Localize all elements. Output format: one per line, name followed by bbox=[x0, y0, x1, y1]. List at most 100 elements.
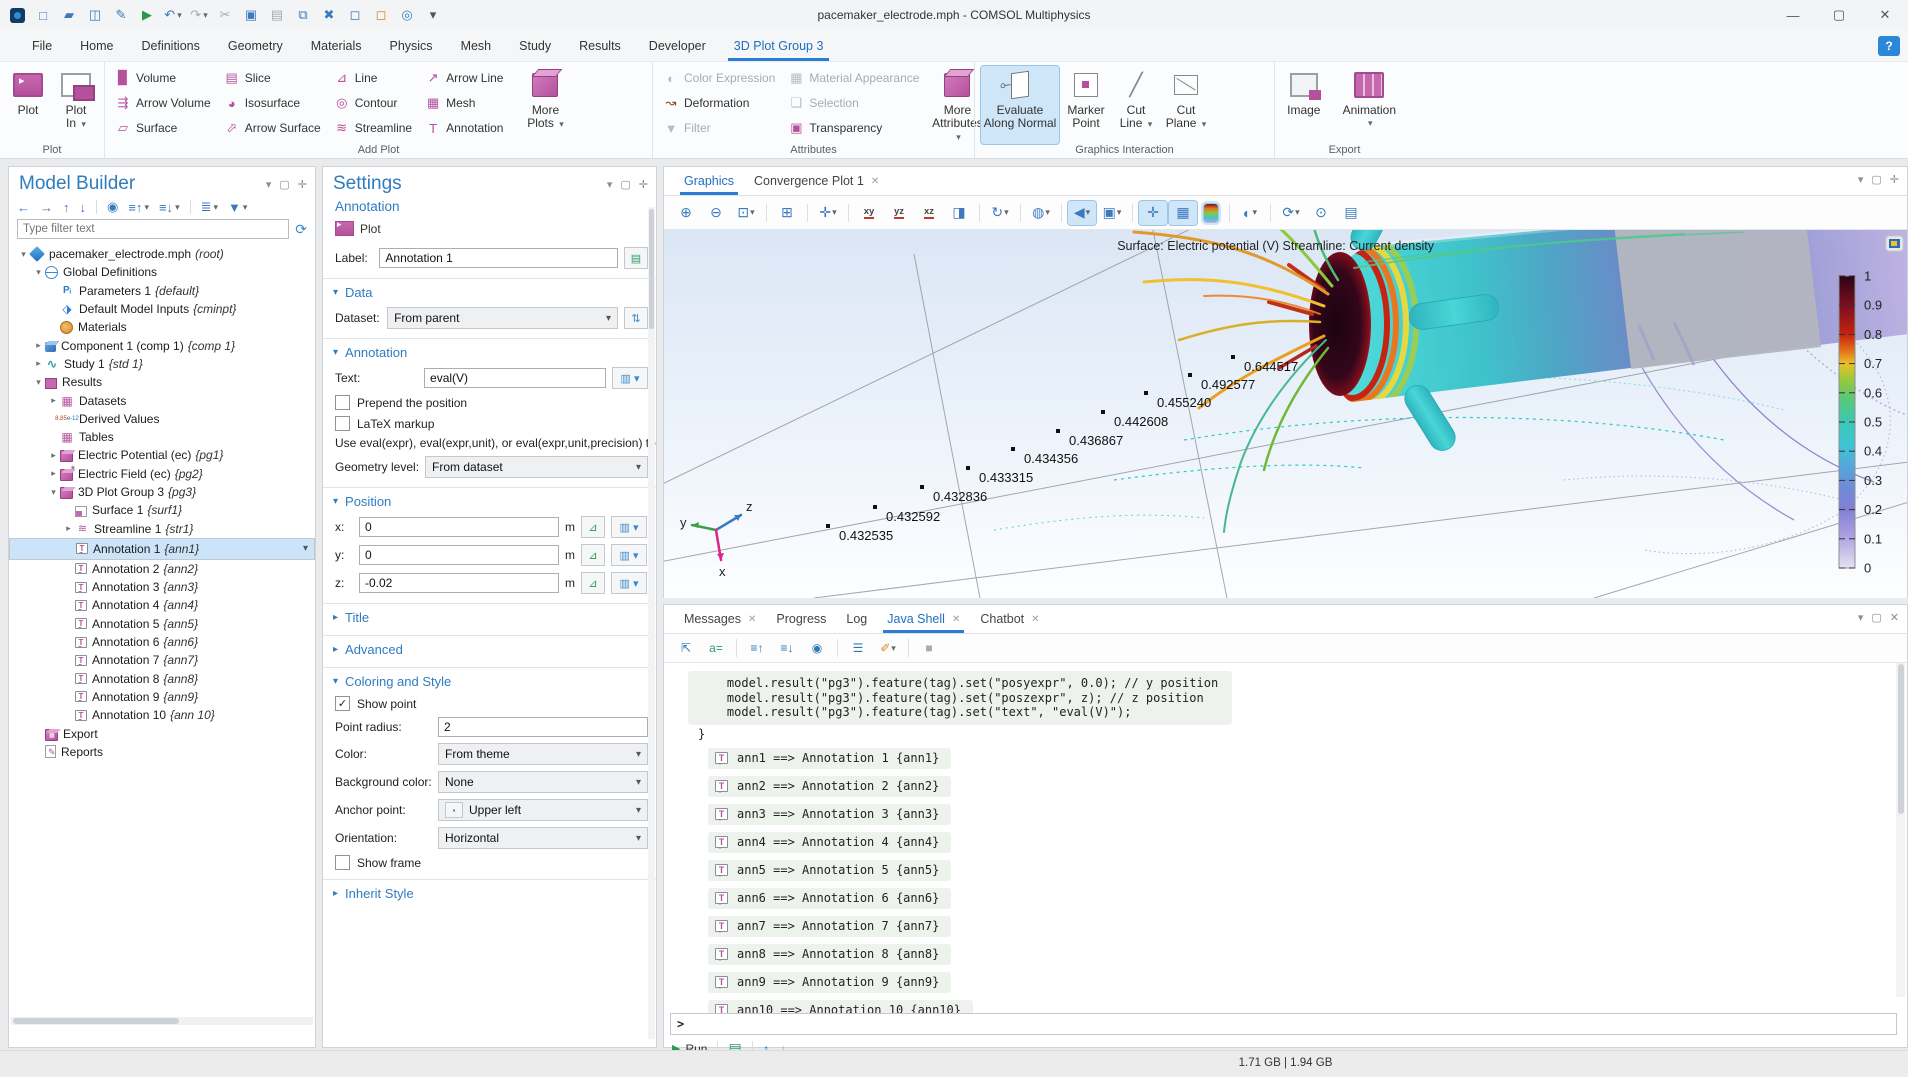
view-yz-icon[interactable]: yz bbox=[885, 201, 913, 225]
move-down-icon[interactable]: ↓ bbox=[80, 200, 87, 215]
duplicate-icon[interactable]: ⧉ bbox=[292, 4, 314, 26]
redo-icon[interactable]: ↷▾ bbox=[188, 4, 210, 26]
list-icon[interactable]: ☰ bbox=[844, 636, 872, 660]
pin-panel-icon[interactable]: ✛ bbox=[1890, 173, 1899, 186]
position-z-input[interactable] bbox=[359, 573, 559, 593]
tab-definitions[interactable]: Definitions bbox=[128, 33, 214, 61]
tree-item-annotation-7[interactable]: TAnnotation 7{ann7} bbox=[9, 651, 315, 669]
dataset-select[interactable]: From parent bbox=[387, 307, 618, 329]
plot-button[interactable]: Plot bbox=[6, 66, 50, 144]
add-mesh-button[interactable]: ▦Mesh bbox=[421, 91, 510, 115]
add-streamline-button[interactable]: ≋Streamline bbox=[330, 116, 419, 140]
shell-tab-chatbot[interactable]: Chatbot✕ bbox=[970, 608, 1049, 633]
view-options-icon[interactable]: ≣▾ bbox=[201, 199, 218, 215]
refresh-icon[interactable]: ⟳ bbox=[295, 221, 307, 238]
settings-plot-button[interactable]: Plot bbox=[323, 218, 656, 244]
app-logo-icon[interactable] bbox=[6, 4, 28, 26]
tree-item-annotation-6[interactable]: TAnnotation 6{ann6} bbox=[9, 633, 315, 651]
color-theme-icon[interactable]: ◐▾ bbox=[1236, 201, 1264, 225]
pin-panel-icon[interactable]: ✛ bbox=[639, 178, 648, 191]
paste-icon[interactable]: ▤ bbox=[266, 4, 288, 26]
tree-item-pacemaker-electrode-mph[interactable]: ▾pacemaker_electrode.mph(root) bbox=[9, 245, 315, 263]
color-select[interactable]: From theme bbox=[438, 743, 648, 765]
cut-plane-button[interactable]: CutPlane ▾ bbox=[1163, 66, 1209, 144]
move-up-icon[interactable]: ↑ bbox=[63, 200, 70, 215]
minimize-button[interactable]: — bbox=[1770, 0, 1816, 30]
panel-menu-icon[interactable]: ▾ bbox=[1858, 173, 1864, 186]
annotation-text-input[interactable] bbox=[424, 368, 606, 388]
section-coloring-style[interactable]: ▾Coloring and Style bbox=[323, 667, 656, 693]
geometry-level-select[interactable]: From dataset bbox=[425, 456, 648, 478]
collapse-arrow-icon[interactable]: ▾ bbox=[17, 249, 30, 260]
latex-markup-checkbox[interactable] bbox=[335, 416, 350, 431]
filter-icon[interactable]: ▼▾ bbox=[228, 200, 247, 215]
close-tab-icon[interactable]: ✕ bbox=[1031, 614, 1039, 625]
show-grid-icon[interactable]: ▦ bbox=[1169, 201, 1197, 225]
view-camera-icon[interactable]: ◨ bbox=[945, 201, 973, 225]
rename-icon[interactable]: ▤ bbox=[624, 247, 648, 269]
range-icon[interactable]: ⊿ bbox=[581, 516, 605, 538]
evaluate-along-normal-button[interactable]: EvaluateAlong Normal bbox=[981, 66, 1059, 144]
add-arrow-line-button[interactable]: ↗Arrow Line bbox=[421, 66, 510, 90]
tree-item-tables[interactable]: ▦Tables bbox=[9, 428, 315, 446]
expand-arrow-icon[interactable]: ▸ bbox=[47, 450, 60, 461]
nav-forward-icon[interactable]: → bbox=[40, 200, 53, 215]
delete-icon[interactable]: ✖ bbox=[318, 4, 340, 26]
float-panel-icon[interactable]: ▢ bbox=[1871, 173, 1881, 186]
shell-output-area[interactable]: model.result("pg3").feature(tag).set("po… bbox=[664, 663, 1907, 1013]
tree-item-datasets[interactable]: ▸▦Datasets bbox=[9, 391, 315, 409]
shell-scrollbar[interactable] bbox=[1896, 663, 1905, 997]
tree-item-surface-1[interactable]: Surface 1{surf1} bbox=[9, 501, 315, 519]
close-panel-icon[interactable]: ✕ bbox=[1890, 611, 1899, 624]
shell-tab-messages[interactable]: Messages✕ bbox=[674, 608, 766, 633]
open-icon[interactable]: ▰ bbox=[58, 4, 80, 26]
tree-item-3d-plot-group-3[interactable]: ▾3D Plot Group 3{pg3} bbox=[9, 483, 315, 501]
tab-home[interactable]: Home bbox=[66, 33, 127, 61]
show-frame-checkbox[interactable] bbox=[335, 855, 350, 870]
tab-physics[interactable]: Physics bbox=[375, 33, 446, 61]
section-inherit-style[interactable]: ▸Inherit Style bbox=[323, 879, 656, 905]
tree-item-reports[interactable]: Reports bbox=[9, 743, 315, 761]
tree-item-results[interactable]: ▾Results bbox=[9, 373, 315, 391]
rotate-icon[interactable]: ↻▾ bbox=[986, 201, 1014, 225]
tree-item-annotation-8[interactable]: TAnnotation 8{ann8} bbox=[9, 670, 315, 688]
tree-item-annotation-3[interactable]: TAnnotation 3{ann3} bbox=[9, 578, 315, 596]
help-button[interactable]: ? bbox=[1878, 36, 1900, 56]
show-legend-icon[interactable] bbox=[1204, 204, 1218, 222]
save-icon[interactable]: ◫ bbox=[84, 4, 106, 26]
add-line-button[interactable]: ⊿Line bbox=[330, 66, 419, 90]
assignments-icon[interactable]: a= bbox=[702, 636, 730, 660]
run-icon[interactable]: ▶ bbox=[136, 4, 158, 26]
range-icon[interactable]: ⊿ bbox=[581, 572, 605, 594]
position-y-input[interactable] bbox=[359, 545, 559, 565]
range-icon[interactable]: ⊿ bbox=[581, 544, 605, 566]
view-xz-icon[interactable]: xz bbox=[915, 201, 943, 225]
tree-item-electric-potential-ec-[interactable]: ▸Electric Potential (ec){pg1} bbox=[9, 446, 315, 464]
show-icon[interactable]: ◉ bbox=[107, 199, 118, 215]
add-surface-button[interactable]: ▱Surface bbox=[111, 116, 218, 140]
snapshot-icon[interactable]: ⊙ bbox=[1307, 201, 1335, 225]
anchor-point-select[interactable]: ▪Upper left bbox=[438, 799, 648, 821]
tree-item-parameters-1[interactable]: PᵢParameters 1{default} bbox=[9, 282, 315, 300]
update-plot-icon[interactable]: ⟳▾ bbox=[1277, 201, 1305, 225]
copy-icon[interactable]: ▣ bbox=[240, 4, 262, 26]
cut-line-button[interactable]: ╱CutLine ▾ bbox=[1113, 66, 1159, 144]
orientation-select[interactable]: Horizontal bbox=[438, 827, 648, 849]
prepend-position-checkbox[interactable] bbox=[335, 395, 350, 410]
show-point-checkbox[interactable]: ✓ bbox=[335, 696, 350, 711]
zoom-extents-icon[interactable]: ⊞ bbox=[773, 201, 801, 225]
add-volume-button[interactable]: ▉Volume bbox=[111, 66, 218, 90]
view-reset-icon[interactable] bbox=[1886, 236, 1903, 251]
close-tab-icon[interactable]: ✕ bbox=[871, 176, 879, 187]
transparency-icon[interactable]: ▣▾ bbox=[1098, 201, 1126, 225]
section-data[interactable]: ▾Data bbox=[323, 278, 656, 304]
close-tab-icon[interactable]: ✕ bbox=[952, 614, 960, 625]
panel-menu-icon[interactable]: ▾ bbox=[1858, 611, 1864, 624]
save-as-icon[interactable]: ✎ bbox=[110, 4, 132, 26]
expand-arrow-icon[interactable]: ▸ bbox=[47, 468, 60, 479]
expression-menu-icon[interactable]: ▥ ▾ bbox=[611, 544, 647, 566]
filter-input[interactable] bbox=[17, 219, 289, 239]
settings-scrollbar[interactable] bbox=[648, 207, 655, 1039]
collapse-up-icon[interactable]: ≡↑▾ bbox=[128, 200, 149, 215]
new-file-icon[interactable]: □ bbox=[32, 4, 54, 26]
